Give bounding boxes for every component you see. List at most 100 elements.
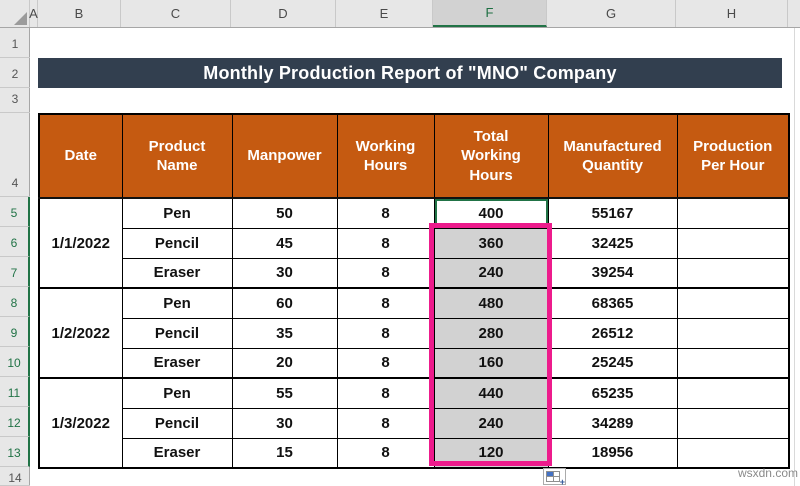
row-header-11[interactable]: 11 (0, 377, 30, 407)
cell-production-per-hour[interactable] (676, 317, 790, 349)
column-header-b[interactable]: B (38, 0, 121, 27)
table-header-row: Date Product Name Manpower Working Hours… (38, 113, 790, 199)
cell-total-working-hours-selected[interactable]: 480 (433, 287, 549, 319)
row-header-6[interactable]: 6 (0, 227, 30, 257)
row-header-12[interactable]: 12 (0, 407, 30, 437)
cell-product[interactable]: Pen (121, 287, 233, 319)
cell-total-working-hours-selected[interactable]: 240 (433, 257, 549, 289)
cell-total-working-hours-selected[interactable]: 120 (433, 437, 549, 469)
row-header-1[interactable]: 1 (0, 28, 30, 58)
cell-manufactured-quantity[interactable]: 34289 (547, 407, 678, 439)
cell-working-hours[interactable]: 8 (336, 197, 435, 229)
column-header-f-selected[interactable]: F (433, 0, 547, 27)
row-header-strip: 1 2 3 4 5 6 7 8 9 10 11 12 13 14 (0, 28, 30, 486)
cell-total-working-hours-selected[interactable]: 280 (433, 317, 549, 349)
cell-production-per-hour[interactable] (676, 197, 790, 229)
header-production-per-hour[interactable]: Production Per Hour (676, 113, 790, 199)
cell-manufactured-quantity[interactable]: 18956 (547, 437, 678, 469)
cell-manpower[interactable]: 15 (231, 437, 338, 469)
cell-product[interactable]: Eraser (121, 347, 233, 379)
table-row: Eraser 30 8 240 39254 (39, 257, 790, 289)
excel-worksheet: A B C D E F G H 1 2 3 4 5 6 7 8 9 10 11 … (0, 0, 800, 486)
cell-product[interactable]: Eraser (121, 437, 233, 469)
cell-working-hours[interactable]: 8 (336, 227, 435, 259)
cell-production-per-hour[interactable] (676, 347, 790, 379)
table-row: 1/3/2022 Pen 55 8 440 65235 (38, 377, 790, 469)
cell-production-per-hour[interactable] (676, 287, 790, 319)
cell-working-hours[interactable]: 8 (336, 287, 435, 319)
row-header-9[interactable]: 9 (0, 317, 30, 347)
cell-date[interactable]: 1/1/2022 (38, 197, 123, 289)
autofill-options-button[interactable]: + (543, 468, 566, 486)
row-header-13[interactable]: 13 (0, 437, 30, 467)
cell-date[interactable]: 1/3/2022 (38, 377, 123, 469)
cell-manpower[interactable]: 35 (231, 317, 338, 349)
cell-working-hours[interactable]: 8 (336, 317, 435, 349)
cell-manufactured-quantity[interactable]: 68365 (547, 287, 678, 319)
cell-manpower[interactable]: 30 (231, 407, 338, 439)
header-product-name[interactable]: Product Name (121, 113, 233, 199)
production-table: Date Product Name Manpower Working Hours… (38, 113, 790, 469)
row-header-10[interactable]: 10 (0, 347, 30, 377)
column-header-d[interactable]: D (231, 0, 336, 27)
cell-date[interactable]: 1/2/2022 (38, 287, 123, 379)
table-row: Eraser 20 8 160 25245 (39, 347, 790, 379)
row-header-5[interactable]: 5 (0, 197, 30, 227)
row-header-7[interactable]: 7 (0, 257, 30, 287)
cell-total-working-hours-active[interactable]: 400 (433, 197, 549, 229)
cell-working-hours[interactable]: 8 (336, 347, 435, 379)
cell-product[interactable]: Eraser (121, 257, 233, 289)
cell-manpower[interactable]: 30 (231, 257, 338, 289)
report-title-cell[interactable]: Monthly Production Report of "MNO" Compa… (38, 58, 782, 88)
cell-production-per-hour[interactable] (676, 227, 790, 259)
cell-product[interactable]: Pen (121, 197, 233, 229)
watermark-text: wsxdn.com (737, 466, 798, 480)
row-header-2[interactable]: 2 (0, 58, 30, 88)
cell-production-per-hour[interactable] (676, 437, 790, 469)
cell-manpower[interactable]: 45 (231, 227, 338, 259)
cell-manpower[interactable]: 55 (231, 377, 338, 409)
cell-production-per-hour[interactable] (676, 377, 790, 409)
column-header-c[interactable]: C (121, 0, 231, 27)
cell-total-working-hours-selected[interactable]: 240 (433, 407, 549, 439)
header-working-hours[interactable]: Working Hours (336, 113, 435, 199)
cell-manufactured-quantity[interactable]: 26512 (547, 317, 678, 349)
cell-manufactured-quantity[interactable]: 25245 (547, 347, 678, 379)
header-manpower[interactable]: Manpower (231, 113, 338, 199)
cell-manufactured-quantity[interactable]: 32425 (547, 227, 678, 259)
cell-production-per-hour[interactable] (676, 407, 790, 439)
cell-working-hours[interactable]: 8 (336, 407, 435, 439)
column-header-e[interactable]: E (336, 0, 433, 27)
header-total-working-hours[interactable]: Total Working Hours (433, 113, 549, 199)
column-header-a[interactable]: A (29, 0, 38, 27)
cell-total-working-hours-selected[interactable]: 160 (433, 347, 549, 379)
cell-product[interactable]: Pen (121, 377, 233, 409)
cell-working-hours[interactable]: 8 (336, 437, 435, 469)
cell-product[interactable]: Pencil (121, 407, 233, 439)
cell-manufactured-quantity[interactable]: 65235 (547, 377, 678, 409)
cell-production-per-hour[interactable] (676, 257, 790, 289)
row-header-3[interactable]: 3 (0, 88, 30, 113)
cell-manufactured-quantity[interactable]: 55167 (547, 197, 678, 229)
cell-working-hours[interactable]: 8 (336, 257, 435, 289)
cell-manufactured-quantity[interactable]: 39254 (547, 257, 678, 289)
row-header-14[interactable]: 14 (0, 467, 30, 486)
column-header-h[interactable]: H (676, 0, 788, 27)
cell-manpower[interactable]: 60 (231, 287, 338, 319)
column-header-g[interactable]: G (547, 0, 676, 27)
column-header-strip: A B C D E F G H (0, 0, 800, 28)
cell-total-working-hours-selected[interactable]: 440 (433, 377, 549, 409)
cell-working-hours[interactable]: 8 (336, 377, 435, 409)
header-manufactured-quantity[interactable]: Manufactured Quantity (547, 113, 678, 199)
cell-product[interactable]: Pencil (121, 317, 233, 349)
cell-manpower[interactable]: 50 (231, 197, 338, 229)
cell-product[interactable]: Pencil (121, 227, 233, 259)
cell-manpower[interactable]: 20 (231, 347, 338, 379)
row-header-4[interactable]: 4 (0, 113, 30, 197)
row-header-8[interactable]: 8 (0, 287, 30, 317)
cell-total-working-hours-selected[interactable]: 360 (433, 227, 549, 259)
table-row: Eraser 15 8 120 18956 (39, 437, 790, 469)
select-all-button[interactable] (0, 0, 30, 27)
header-date[interactable]: Date (38, 113, 123, 199)
autofill-grid-line (546, 476, 560, 477)
